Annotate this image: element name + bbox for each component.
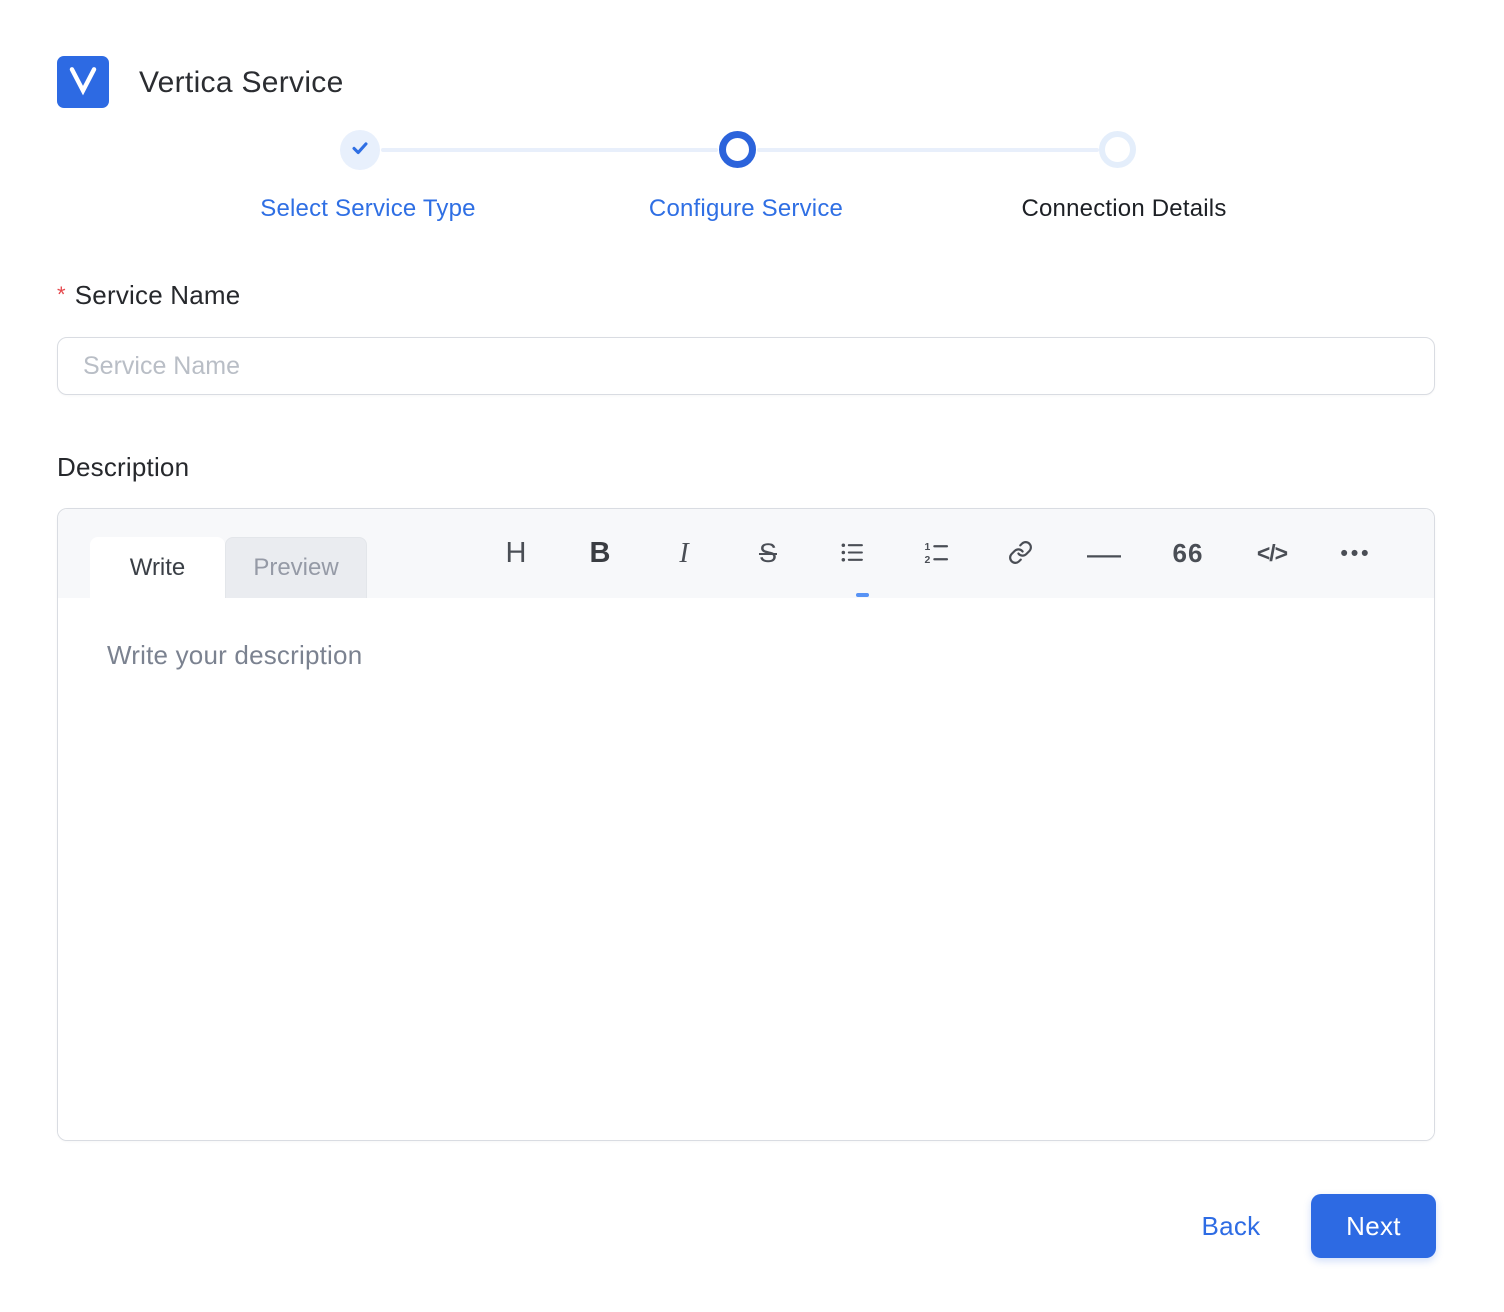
code-icon: </>	[1257, 540, 1287, 567]
ordered-list-badge-artifact	[856, 593, 869, 597]
service-name-label-text: Service Name	[75, 280, 241, 310]
description-editor: Write Preview H B I S	[57, 508, 1435, 1141]
italic-icon: I	[679, 538, 688, 570]
quote-button[interactable]: 66	[1163, 526, 1213, 582]
more-icon: •••	[1340, 542, 1371, 566]
link-icon	[1008, 540, 1033, 568]
back-button[interactable]: Back	[1186, 1206, 1276, 1246]
bold-button[interactable]: B	[575, 526, 625, 582]
svg-text:2: 2	[924, 554, 930, 564]
service-name-input[interactable]	[57, 337, 1435, 395]
heading-button[interactable]: H	[491, 526, 541, 582]
unordered-list-icon	[839, 540, 866, 568]
horizontal-rule-button[interactable]: —	[1079, 526, 1129, 582]
stepper-connector-2	[757, 148, 1099, 152]
description-textarea[interactable]	[58, 598, 1434, 1140]
vertica-service-wizard: Vertica Service Select Service Type Conf…	[0, 0, 1504, 1312]
step-3-label[interactable]: Connection Details	[1021, 195, 1226, 223]
vertica-logo	[57, 56, 109, 108]
vertica-v-icon	[66, 63, 100, 102]
service-name-label: * Service Name	[57, 280, 240, 311]
description-label: Description	[57, 452, 189, 483]
horizontal-rule-icon: —	[1087, 537, 1121, 571]
link-button[interactable]	[995, 526, 1045, 582]
step-1-label[interactable]: Select Service Type	[260, 195, 475, 223]
ordered-list-icon: 1 2	[923, 540, 950, 568]
step-3-indicator-upcoming[interactable]	[1099, 131, 1136, 168]
tab-write[interactable]: Write	[90, 537, 225, 598]
strikethrough-button[interactable]: S	[743, 526, 793, 582]
unordered-list-button[interactable]	[827, 526, 877, 582]
editor-toolbar-bar: Write Preview H B I S	[58, 509, 1434, 598]
next-button[interactable]: Next	[1311, 1194, 1436, 1258]
editor-write-area	[58, 598, 1434, 1140]
step-2-label[interactable]: Configure Service	[649, 195, 843, 223]
ordered-list-button[interactable]: 1 2	[911, 526, 961, 582]
step-1-indicator-completed[interactable]	[340, 130, 380, 170]
stepper-connector-1	[381, 148, 718, 152]
check-icon	[349, 137, 371, 164]
tab-preview[interactable]: Preview	[225, 537, 367, 598]
step-2-indicator-active[interactable]	[719, 131, 756, 168]
heading-icon: H	[506, 537, 527, 570]
strikethrough-icon: S	[759, 538, 777, 569]
formatting-toolbar: H B I S	[491, 509, 1381, 598]
page-title: Vertica Service	[139, 66, 344, 100]
bold-icon: B	[590, 537, 611, 570]
svg-text:1: 1	[924, 541, 930, 552]
required-asterisk: *	[57, 282, 66, 307]
italic-button[interactable]: I	[659, 526, 709, 582]
more-button[interactable]: •••	[1331, 526, 1381, 582]
quote-icon: 66	[1173, 538, 1204, 569]
code-button[interactable]: </>	[1247, 526, 1297, 582]
